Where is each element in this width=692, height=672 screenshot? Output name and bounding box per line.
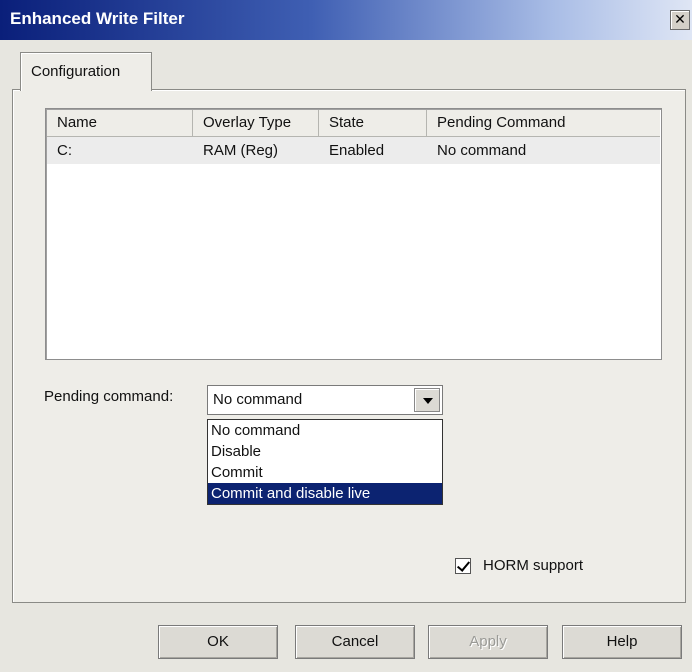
cell-overlay-type: RAM (Reg) — [203, 142, 279, 159]
cell-pending-command: No command — [437, 142, 527, 159]
horm-support-label: HORM support — [483, 557, 584, 574]
dropdown-option-commit[interactable]: Commit — [208, 462, 442, 483]
close-icon: ✕ — [674, 11, 686, 27]
ok-button[interactable]: OK — [158, 625, 278, 659]
chevron-down-icon[interactable] — [414, 388, 440, 412]
cancel-button[interactable]: Cancel — [295, 625, 415, 659]
dropdown-option-no-command[interactable]: No command — [208, 420, 442, 441]
close-button[interactable]: ✕ — [670, 10, 690, 30]
cell-name: C: — [57, 142, 72, 159]
apply-button[interactable]: Apply — [428, 625, 548, 659]
window-title: Enhanced Write Filter — [10, 9, 185, 28]
title-bar: Enhanced Write Filter ✕ — [0, 0, 692, 40]
dropdown-option-disable[interactable]: Disable — [208, 441, 442, 462]
horm-support-checkbox[interactable] — [455, 558, 471, 574]
tab-configuration-label: Configuration — [31, 63, 121, 80]
column-header-name[interactable]: Name — [47, 110, 193, 136]
pending-command-value: No command — [213, 391, 303, 408]
help-button[interactable]: Help — [562, 625, 682, 659]
table-row[interactable]: C: RAM (Reg) Enabled No command — [47, 137, 660, 164]
pending-command-select[interactable]: No command — [207, 385, 443, 415]
dropdown-option-commit-and-disable-live[interactable]: Commit and disable live — [208, 483, 442, 504]
tab-configuration[interactable]: Configuration — [20, 52, 152, 91]
cell-state: Enabled — [329, 142, 385, 159]
dialog-window: Enhanced Write Filter ✕ Configuration Na… — [0, 0, 692, 672]
pending-command-label: Pending command: — [44, 388, 174, 405]
column-header-pending-command[interactable]: Pending Command — [427, 110, 660, 136]
pending-command-dropdown: No command Disable Commit Commit and dis… — [207, 419, 443, 505]
column-header-state[interactable]: State — [319, 110, 427, 136]
list-header: Name Overlay Type State Pending Command — [47, 110, 660, 137]
volume-list[interactable]: Name Overlay Type State Pending Command … — [45, 108, 662, 360]
column-header-overlay-type[interactable]: Overlay Type — [193, 110, 319, 136]
